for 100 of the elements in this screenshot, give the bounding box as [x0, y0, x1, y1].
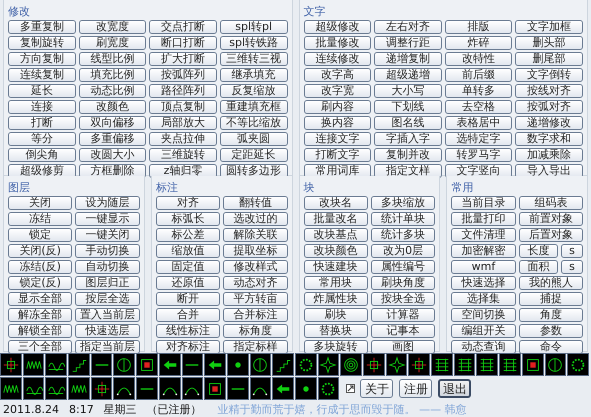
command-button[interactable]: 继承填充 — [220, 68, 288, 82]
command-button[interactable]: 指定当前层 — [75, 340, 140, 354]
command-button[interactable]: 统计多块 — [370, 228, 436, 242]
command-button[interactable]: 快速建块 — [304, 260, 368, 274]
command-button[interactable]: 锁定 — [8, 228, 72, 242]
command-button[interactable]: 改块名 — [304, 196, 368, 210]
command-button[interactable]: 改为0层 — [370, 244, 436, 258]
command-button[interactable]: 冻结(反) — [8, 260, 72, 274]
command-button[interactable]: 前置对象 — [518, 212, 583, 226]
command-button[interactable]: 动态查询 — [451, 340, 516, 354]
command-button[interactable]: 大小写 — [374, 84, 442, 98]
command-button[interactable]: 属性编号 — [370, 260, 436, 274]
command-button[interactable]: 按层全选 — [75, 292, 140, 306]
command-button[interactable]: 选改过的 — [223, 212, 288, 226]
command-button[interactable]: 面积 — [518, 260, 558, 274]
command-button[interactable]: 打断文字 — [304, 148, 372, 162]
command-button[interactable]: 编组开关 — [451, 324, 516, 338]
command-button[interactable]: 三维转三视 — [220, 52, 288, 66]
command-button[interactable]: 夹点拉伸 — [149, 132, 217, 146]
command-button[interactable]: 记事本 — [370, 324, 436, 338]
command-button[interactable]: 炸碎 — [444, 36, 512, 50]
command-button[interactable]: 连续修改 — [304, 52, 372, 66]
command-button[interactable]: 定距延长 — [220, 148, 288, 162]
command-button[interactable]: 自动切换 — [75, 260, 140, 274]
command-button[interactable]: 关闭 — [8, 196, 72, 210]
command-button[interactable]: 重建填充框 — [220, 100, 288, 114]
command-button[interactable]: 当前目录 — [451, 196, 516, 210]
command-button[interactable]: 多块缩放 — [370, 196, 436, 210]
command-button[interactable]: 线型比例 — [78, 52, 146, 66]
crosshair-icon[interactable] — [0, 353, 22, 376]
command-button[interactable]: 还原值 — [156, 276, 220, 290]
command-button[interactable]: 数字求和 — [515, 132, 583, 146]
command-button[interactable]: 捕捉 — [518, 292, 583, 306]
command-button[interactable]: 复制旋转 — [8, 36, 76, 50]
command-button[interactable]: 置入当前层 — [75, 308, 140, 322]
command-button[interactable]: 递增复制 — [374, 52, 442, 66]
arc-icon[interactable] — [250, 377, 272, 400]
command-button[interactable]: 打断 — [8, 116, 76, 130]
command-button[interactable]: 标公差 — [156, 228, 220, 242]
command-button[interactable]: 连接文字 — [304, 132, 372, 146]
command-button[interactable]: 三个全部 — [8, 340, 72, 354]
command-button[interactable]: s — [561, 244, 583, 258]
command-button[interactable]: 一键关闭 — [75, 228, 140, 242]
command-button[interactable]: 不等比缩放 — [220, 116, 288, 130]
crosshair-icon[interactable] — [90, 377, 112, 400]
command-button[interactable]: 关于 — [360, 379, 394, 398]
command-button[interactable]: 解除关联 — [223, 228, 288, 242]
zigzag-icon[interactable] — [22, 353, 44, 376]
command-button[interactable]: 空间切换 — [451, 308, 516, 322]
command-button[interactable]: 标角度 — [223, 324, 288, 338]
command-button[interactable]: 批量修改 — [304, 36, 372, 50]
command-button[interactable]: 参数 — [518, 324, 583, 338]
command-button[interactable]: 按弧对齐 — [515, 100, 583, 114]
command-button[interactable]: spl转pl — [220, 20, 288, 34]
command-button[interactable]: 按线对齐 — [515, 84, 583, 98]
command-button[interactable]: 换内容 — [304, 116, 372, 130]
command-button[interactable]: wmf — [451, 260, 516, 274]
crosshair-icon[interactable] — [408, 353, 430, 376]
command-button[interactable]: 我的熊人 — [518, 276, 583, 290]
command-button[interactable]: 平方转亩 — [223, 292, 288, 306]
command-button[interactable]: 提取坐标 — [223, 244, 288, 258]
command-button[interactable]: 递增修改 — [515, 116, 583, 130]
command-button[interactable]: 改字高 — [304, 68, 372, 82]
command-button[interactable]: 固定值 — [156, 260, 220, 274]
command-button[interactable]: 对齐 — [156, 196, 220, 210]
grid-icon[interactable] — [454, 353, 476, 376]
command-button[interactable]: 炸属性块 — [304, 292, 368, 306]
command-button[interactable]: 命令 — [518, 340, 583, 354]
command-button[interactable]: 倒尖角 — [8, 148, 76, 162]
command-button[interactable]: 快速选择 — [451, 276, 516, 290]
command-button[interactable]: 动态比例 — [78, 84, 146, 98]
arc-icon[interactable] — [158, 377, 180, 400]
command-button[interactable]: 计算器 — [370, 308, 436, 322]
command-button[interactable]: 后置对象 — [518, 228, 583, 242]
command-button[interactable]: 按块全选 — [370, 292, 436, 306]
command-button[interactable]: 连接 — [8, 100, 76, 114]
command-button[interactable]: 改颜色 — [78, 100, 146, 114]
command-button[interactable]: 对齐标注 — [156, 340, 220, 354]
command-button[interactable]: 注册 — [399, 379, 432, 398]
command-button[interactable]: 删头部 — [515, 36, 583, 50]
command-button[interactable]: 排版 — [444, 20, 512, 34]
command-button[interactable]: 设为随层 — [75, 196, 140, 210]
wave-icon[interactable] — [45, 353, 68, 376]
gear-icon[interactable] — [318, 377, 340, 400]
command-button[interactable]: 超级递增 — [374, 68, 442, 82]
grid-icon[interactable] — [499, 353, 521, 376]
command-button[interactable]: 标弧长 — [156, 212, 220, 226]
command-button[interactable]: 合并 — [156, 308, 220, 322]
command-button[interactable]: 弧夹圆 — [220, 132, 288, 146]
command-button[interactable]: 交点打断 — [149, 20, 217, 34]
command-button[interactable]: 选择集 — [451, 292, 516, 306]
command-button[interactable]: 三维旋转 — [149, 148, 217, 162]
stairs-icon[interactable] — [68, 353, 90, 376]
command-button[interactable]: 单转多 — [444, 84, 512, 98]
command-button[interactable]: 方向复制 — [8, 52, 76, 66]
command-button[interactable]: 一键显示 — [75, 212, 140, 226]
command-button[interactable]: 关闭(反) — [8, 244, 72, 258]
command-button[interactable]: 双向偏移 — [78, 116, 146, 130]
command-button[interactable]: 改圆大小 — [78, 148, 146, 162]
grid-icon[interactable] — [476, 353, 498, 376]
